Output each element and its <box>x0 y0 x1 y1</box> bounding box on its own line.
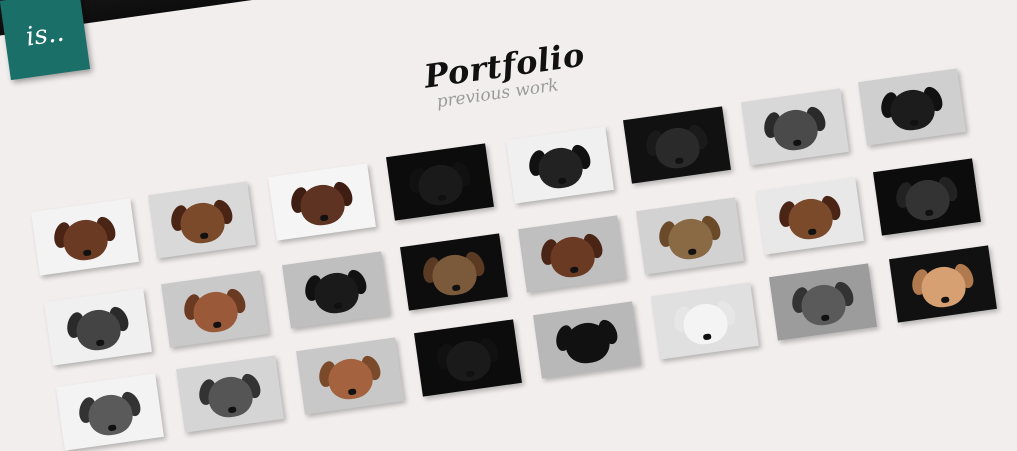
portfolio-photo-labrador-black[interactable] <box>414 319 522 397</box>
portfolio-photo-westie[interactable] <box>651 282 759 360</box>
portfolio-photo-dogue-de-bordeaux[interactable] <box>161 270 269 348</box>
portfolio-photo-border-terrier[interactable] <box>400 233 508 311</box>
portfolio-photo-border-collie[interactable] <box>533 301 641 379</box>
portfolio-photo-spaniel-dark[interactable] <box>623 106 731 184</box>
portfolio-photo-dog-bw-bottom[interactable] <box>56 373 164 451</box>
portfolio-photo-spaniel-studio[interactable] <box>518 215 626 293</box>
site-logo[interactable]: is.. <box>0 0 91 81</box>
portfolio-photo-spaniel-white[interactable] <box>148 181 256 259</box>
logo-text: is.. <box>24 17 66 53</box>
portfolio-photo-terrier-bw[interactable] <box>44 288 152 366</box>
portfolio-photo-doberman-black[interactable] <box>386 143 494 221</box>
portfolio-photo-boxer[interactable] <box>296 337 404 415</box>
portfolio-photo-spaniel-bw-bottom[interactable] <box>176 355 284 433</box>
portfolio-photo-mastiff-bw[interactable] <box>741 88 849 166</box>
portfolio-photo-pug-bw[interactable] <box>769 263 877 341</box>
portfolio-photo-spaniel-sitting[interactable] <box>756 177 864 255</box>
portfolio-photo-spaniel-black[interactable] <box>873 158 981 236</box>
portfolio-photo-springer-spaniel-liver[interactable] <box>31 198 139 276</box>
portfolio-photo-spaniel-lying[interactable] <box>268 163 376 241</box>
portfolio-photo-dobermann-profile[interactable] <box>282 251 390 329</box>
portfolio-heading: Portfolio previous work <box>422 36 587 114</box>
portfolio-photo-golden-puppy[interactable] <box>889 245 997 323</box>
portfolio-photo-doberman-grey[interactable] <box>858 68 966 146</box>
portfolio-photo-spaniel-bw[interactable] <box>506 126 614 204</box>
portfolio-photo-terrier-tan[interactable] <box>636 197 744 275</box>
